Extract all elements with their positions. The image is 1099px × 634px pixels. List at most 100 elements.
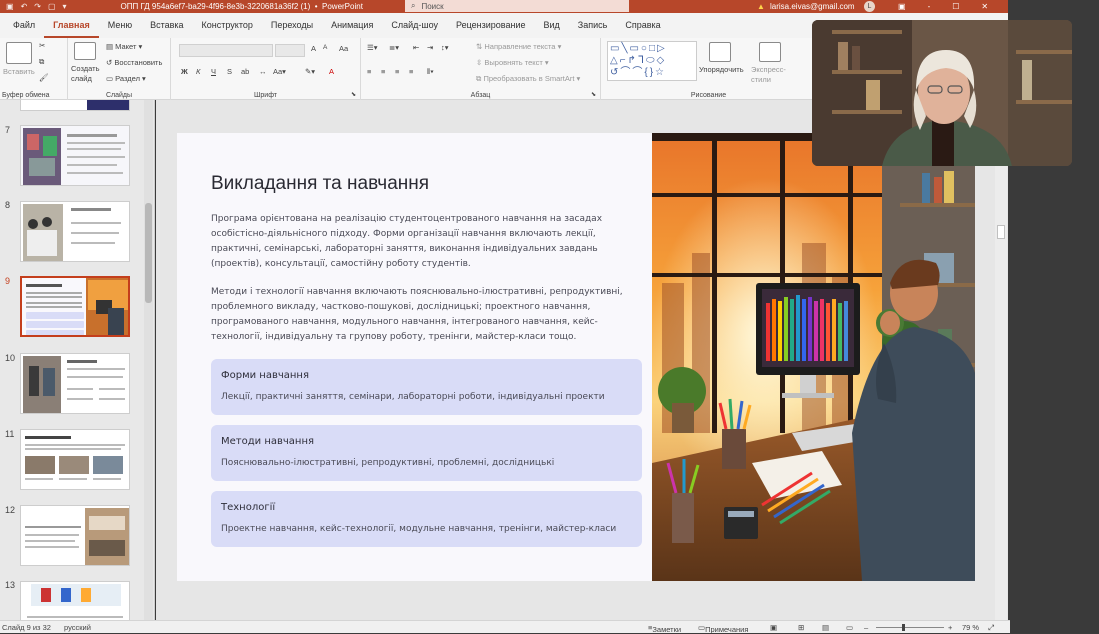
normal-view-icon[interactable]: ▣ [770, 623, 777, 632]
align-center-icon[interactable]: ≡ [381, 67, 385, 76]
tab-10[interactable]: Вид [535, 13, 569, 38]
slide-thumbnail[interactable] [20, 505, 130, 566]
zoom-slider-thumb[interactable] [902, 624, 905, 631]
customize-icon[interactable]: ▾ [63, 2, 67, 11]
undo-icon[interactable]: ↶ [21, 2, 28, 11]
slide-thumbnail[interactable] [20, 353, 130, 414]
zoom-in-button[interactable]: + [948, 623, 952, 632]
slide-thumbnail-selected[interactable] [20, 276, 130, 337]
redo-icon[interactable]: ↷ [34, 2, 41, 11]
font-dialog-icon[interactable]: ⬊ [351, 91, 356, 98]
bullets-icon[interactable]: ☰▾ [367, 43, 378, 52]
tab-9[interactable]: Рецензирование [447, 13, 535, 38]
tab-7[interactable]: Анимация [322, 13, 382, 38]
canvas-scrollbar[interactable] [995, 100, 1007, 620]
ribbon-display-icon[interactable]: ▣ [898, 2, 906, 11]
slide[interactable]: Викладання та навчання Програма орієнтов… [177, 133, 975, 581]
info-card[interactable]: Технології Проектне навчання, кейс-техно… [211, 491, 642, 547]
tab-2[interactable]: Главная [44, 13, 99, 38]
slideshow-icon[interactable]: ▭ [846, 623, 853, 632]
info-card[interactable]: Форми навчання Лекції, практичні заняття… [211, 359, 642, 415]
underline-button[interactable]: Ч [211, 67, 216, 76]
quick-styles-button[interactable]: Экспресс-стили [751, 65, 791, 85]
slide-thumbnail[interactable] [20, 201, 130, 262]
section-button[interactable]: ▭ Раздел ▾ [106, 74, 146, 83]
italic-button[interactable]: К [196, 67, 200, 76]
comments-button[interactable]: ▭ Примечания [698, 623, 748, 634]
paste-button[interactable]: Вставить [3, 67, 35, 76]
line-spacing-icon[interactable]: ↕▾ [441, 43, 449, 52]
clear-formatting-button[interactable]: Aa [339, 44, 348, 53]
slide-paragraph-1[interactable]: Програма орієнтована на реалізацію студе… [211, 212, 611, 272]
account-email[interactable]: larisa.eivas@gmail.com [770, 2, 855, 11]
search-box[interactable]: ⌕ Поиск [405, 0, 629, 12]
notes-button[interactable]: ≡ Заметки [648, 623, 681, 634]
zoom-out-button[interactable]: – [864, 623, 868, 632]
slide-illustration[interactable] [652, 133, 975, 581]
language-indicator[interactable]: русский [64, 623, 91, 632]
shadow-icon[interactable]: ab [241, 67, 249, 76]
minimize-button[interactable]: - [928, 2, 931, 11]
format-painter-icon[interactable]: 🖌 [39, 73, 49, 82]
highlight-icon[interactable]: ✎▾ [305, 67, 315, 76]
increase-font-button[interactable]: A [311, 44, 316, 53]
increase-indent-icon[interactable]: ⇥ [427, 43, 433, 52]
change-case-icon[interactable]: Aa▾ [273, 67, 286, 76]
columns-icon[interactable]: ⫴▾ [427, 67, 434, 77]
slide-sorter-icon[interactable]: ⊞ [798, 623, 804, 632]
tab-11[interactable]: Запись [569, 13, 617, 38]
text-direction-button[interactable]: ⇅ Направление текста ▾ [476, 42, 561, 51]
quick-styles-icon[interactable] [759, 42, 781, 62]
new-slide-icon[interactable] [74, 42, 96, 60]
align-right-icon[interactable]: ≡ [395, 67, 399, 76]
tab-12[interactable]: Справка [616, 13, 669, 38]
paste-icon[interactable] [6, 42, 32, 64]
maximize-button[interactable]: ☐ [952, 2, 959, 11]
avatar[interactable]: L [864, 1, 875, 12]
arrange-button[interactable]: Упорядочить [699, 65, 744, 74]
slide-thumbnail[interactable] [20, 581, 130, 620]
info-card[interactable]: Методи навчання Пояснювально-ілюстративн… [211, 425, 642, 481]
strike-button[interactable]: S [227, 67, 232, 76]
thumbnail-scrollbar[interactable] [144, 100, 153, 620]
close-button[interactable]: ✕ [981, 2, 988, 11]
font-color-button[interactable]: A [329, 67, 334, 76]
numbering-icon[interactable]: ≣▾ [389, 43, 399, 52]
shapes-gallery[interactable]: ▭╲▭○□▷ △⌐↱ᒣ⬭◇ ↺⌒⌒{}☆ [607, 41, 697, 81]
bold-button[interactable]: Ж [181, 67, 188, 76]
copy-icon[interactable]: ⧉ [39, 57, 44, 67]
reset-button[interactable]: ↺ Восстановить [106, 58, 162, 67]
canvas-scroll-thumb[interactable] [997, 225, 1005, 239]
tab-8[interactable]: Слайд-шоу [382, 13, 447, 38]
layout-button[interactable]: ▤ Макет ▾ [106, 42, 142, 51]
fit-to-window-icon[interactable]: ⤢ [988, 623, 994, 633]
reading-view-icon[interactable]: ▤ [822, 623, 829, 632]
font-size-field[interactable] [275, 44, 305, 57]
decrease-indent-icon[interactable]: ⇤ [413, 43, 419, 52]
align-left-icon[interactable]: ≡ [367, 67, 371, 76]
tab-4[interactable]: Вставка [141, 13, 192, 38]
warning-icon[interactable]: ▲ [757, 2, 765, 11]
tab-5[interactable]: Конструктор [193, 13, 262, 38]
smartart-button[interactable]: ⧉ Преобразовать в SmartArt ▾ [476, 74, 580, 84]
tab-6[interactable]: Переходы [262, 13, 322, 38]
char-spacing-icon[interactable]: ↔ [259, 67, 267, 76]
cut-icon[interactable]: ✂ [39, 41, 45, 50]
slide-title[interactable]: Викладання та навчання [211, 173, 429, 195]
font-name-field[interactable] [179, 44, 273, 57]
new-slide-button[interactable]: Создать слайд [71, 64, 103, 84]
align-text-button[interactable]: ⇳ Выровнять текст ▾ [476, 58, 549, 67]
zoom-level[interactable]: 79 % [962, 623, 979, 632]
slide-paragraph-2[interactable]: Методи і технології навчання включають п… [211, 285, 631, 345]
slide-thumbnail[interactable] [20, 125, 130, 186]
slide-thumbnail[interactable] [20, 100, 130, 111]
paragraph-dialog-icon[interactable]: ⬊ [591, 91, 596, 98]
thumbnail-scroll-thumb[interactable] [145, 203, 152, 303]
zoom-slider[interactable] [876, 624, 944, 631]
tab-3[interactable]: Меню [99, 13, 141, 38]
justify-icon[interactable]: ≡ [409, 67, 413, 76]
arrange-icon[interactable] [709, 42, 731, 62]
tab-1[interactable]: Файл [4, 13, 44, 38]
slide-thumbnail[interactable] [20, 429, 130, 490]
decrease-font-button[interactable]: A [323, 44, 327, 51]
